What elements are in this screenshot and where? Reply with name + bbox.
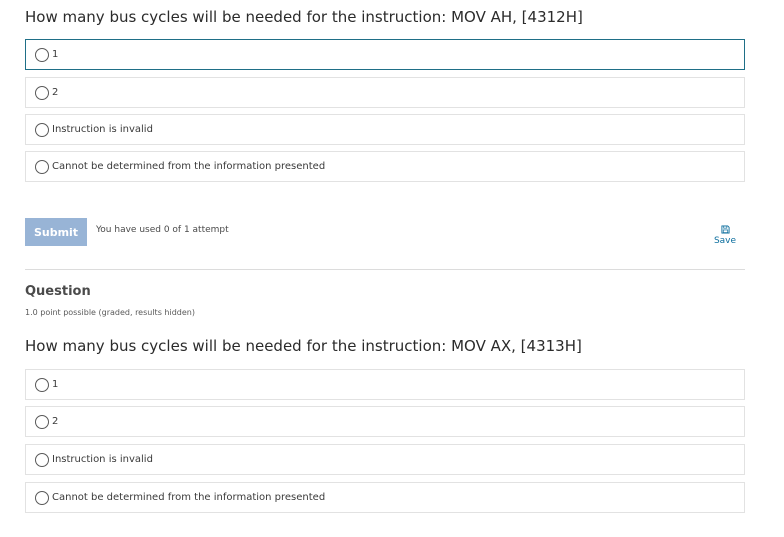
question-2-text: How many bus cycles will be needed for t… (25, 337, 582, 355)
submit-button[interactable]: Submit (25, 218, 87, 246)
choice-label: Cannot be determined from the informatio… (52, 492, 326, 503)
save-button[interactable]: Save (706, 225, 744, 246)
q1-choice-3[interactable]: Instruction is invalid (25, 114, 745, 145)
section-divider (25, 269, 745, 270)
points-info: 1.0 point possible (graded, results hidd… (25, 308, 195, 317)
radio-button[interactable] (35, 159, 49, 174)
q2-choice-2[interactable]: 2 (25, 406, 745, 437)
choice-label: 2 (52, 416, 59, 427)
q1-choice-2[interactable]: 2 (25, 77, 745, 108)
choice-label: 1 (52, 49, 59, 60)
choice-label: 2 (52, 87, 59, 98)
radio-button[interactable] (35, 85, 49, 100)
radio-button[interactable] (35, 490, 49, 505)
q1-choice-1[interactable]: 1 (25, 39, 745, 70)
question-1-text: How many bus cycles will be needed for t… (25, 8, 583, 26)
choice-label: Instruction is invalid (52, 454, 153, 465)
attempts-text: You have used 0 of 1 attempt (96, 225, 229, 235)
q1-choice-4[interactable]: Cannot be determined from the informatio… (25, 151, 745, 182)
radio-button[interactable] (35, 452, 49, 467)
radio-button[interactable] (35, 47, 49, 62)
radio-button[interactable] (35, 414, 49, 429)
choice-label: Instruction is invalid (52, 124, 153, 135)
choice-label: 1 (52, 379, 59, 390)
q2-choice-3[interactable]: Instruction is invalid (25, 444, 745, 475)
radio-button[interactable] (35, 377, 49, 392)
floppy-disk-icon (720, 225, 730, 234)
question-heading: Question (25, 284, 91, 299)
q2-choice-1[interactable]: 1 (25, 369, 745, 400)
choice-label: Cannot be determined from the informatio… (52, 161, 326, 172)
radio-button[interactable] (35, 122, 49, 137)
q2-choice-4[interactable]: Cannot be determined from the informatio… (25, 482, 745, 513)
save-label: Save (713, 236, 737, 246)
